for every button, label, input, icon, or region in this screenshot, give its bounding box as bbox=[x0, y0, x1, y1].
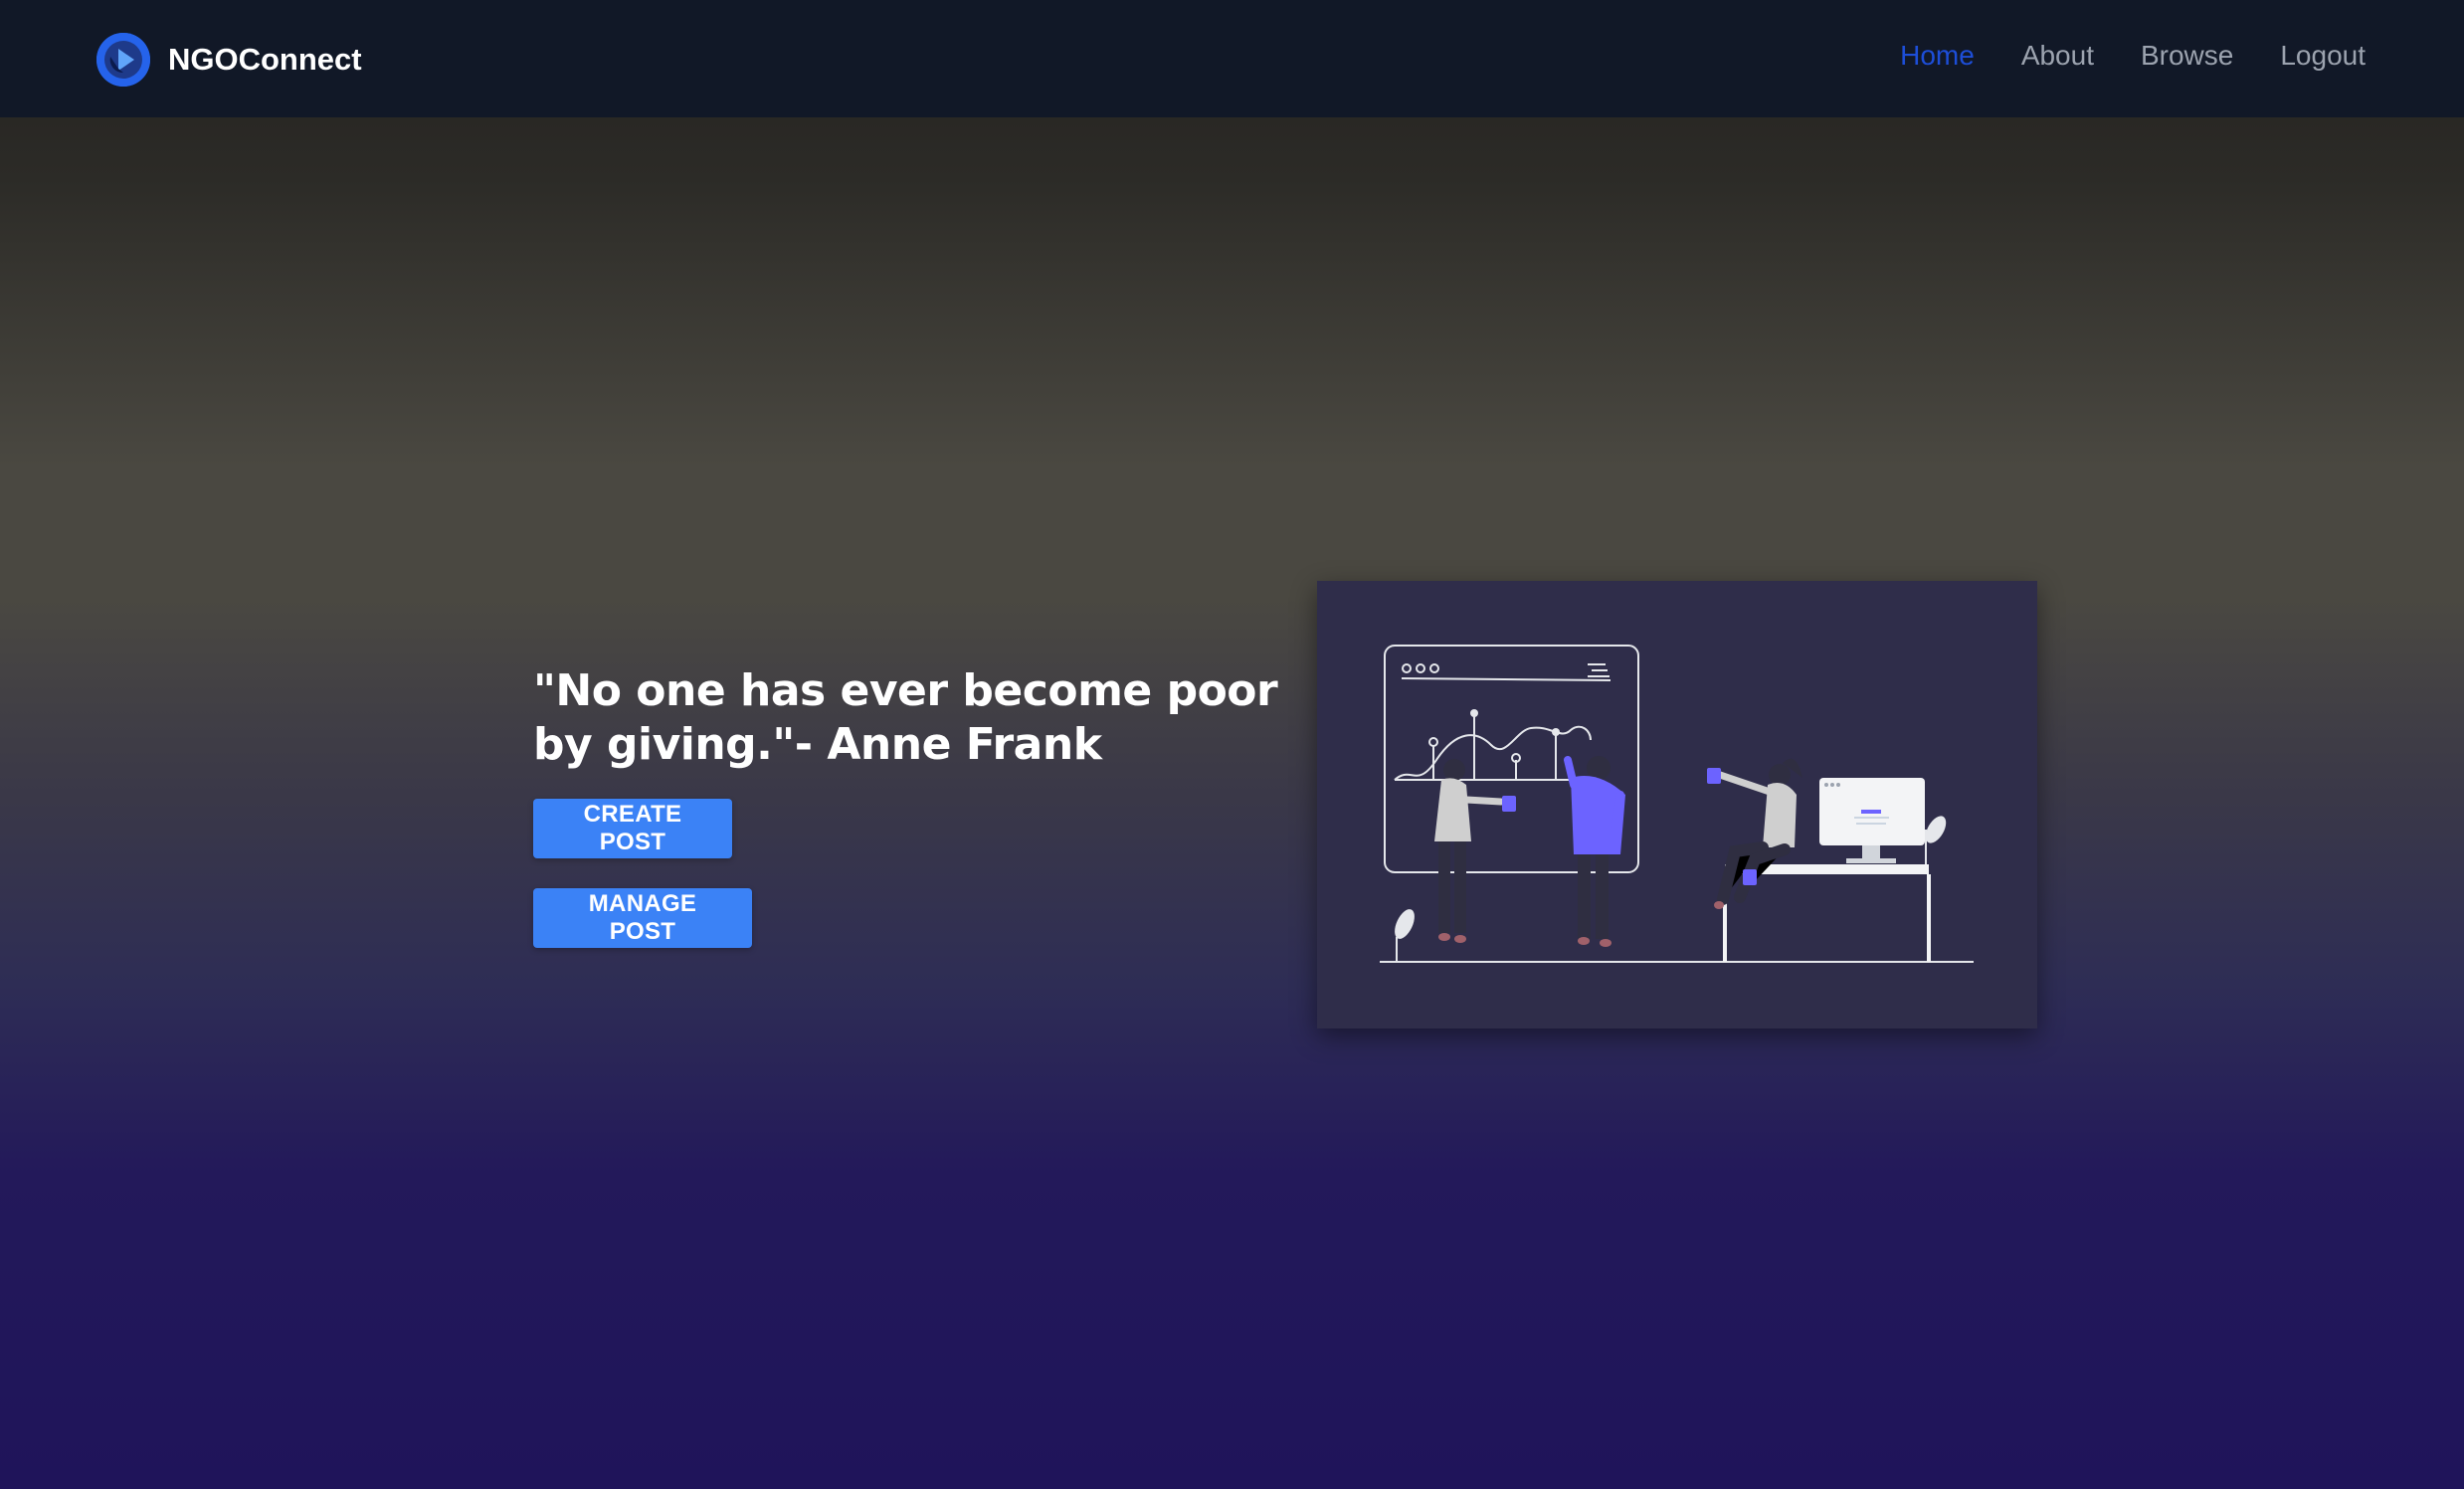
nav-links: Home About Browse Logout bbox=[1900, 40, 2366, 72]
brand-name: NGOConnect bbox=[168, 42, 362, 77]
nav-link-logout[interactable]: Logout bbox=[2280, 40, 2366, 72]
create-post-button[interactable]: CREATE POST bbox=[533, 799, 732, 858]
brand-logo-icon bbox=[96, 33, 150, 87]
nav-link-about[interactable]: About bbox=[2021, 40, 2094, 72]
navbar: NGOConnect Home About Browse Logout bbox=[0, 0, 2464, 117]
hero-quote: "No one has ever become poor by giving."… bbox=[533, 665, 1278, 770]
team-collaboration-illustration bbox=[1317, 581, 2037, 1028]
brand[interactable]: NGOConnect bbox=[96, 33, 362, 87]
manage-post-button[interactable]: MANAGE POST bbox=[533, 888, 752, 948]
nav-link-home[interactable]: Home bbox=[1900, 40, 1975, 72]
nav-link-browse[interactable]: Browse bbox=[2141, 40, 2233, 72]
